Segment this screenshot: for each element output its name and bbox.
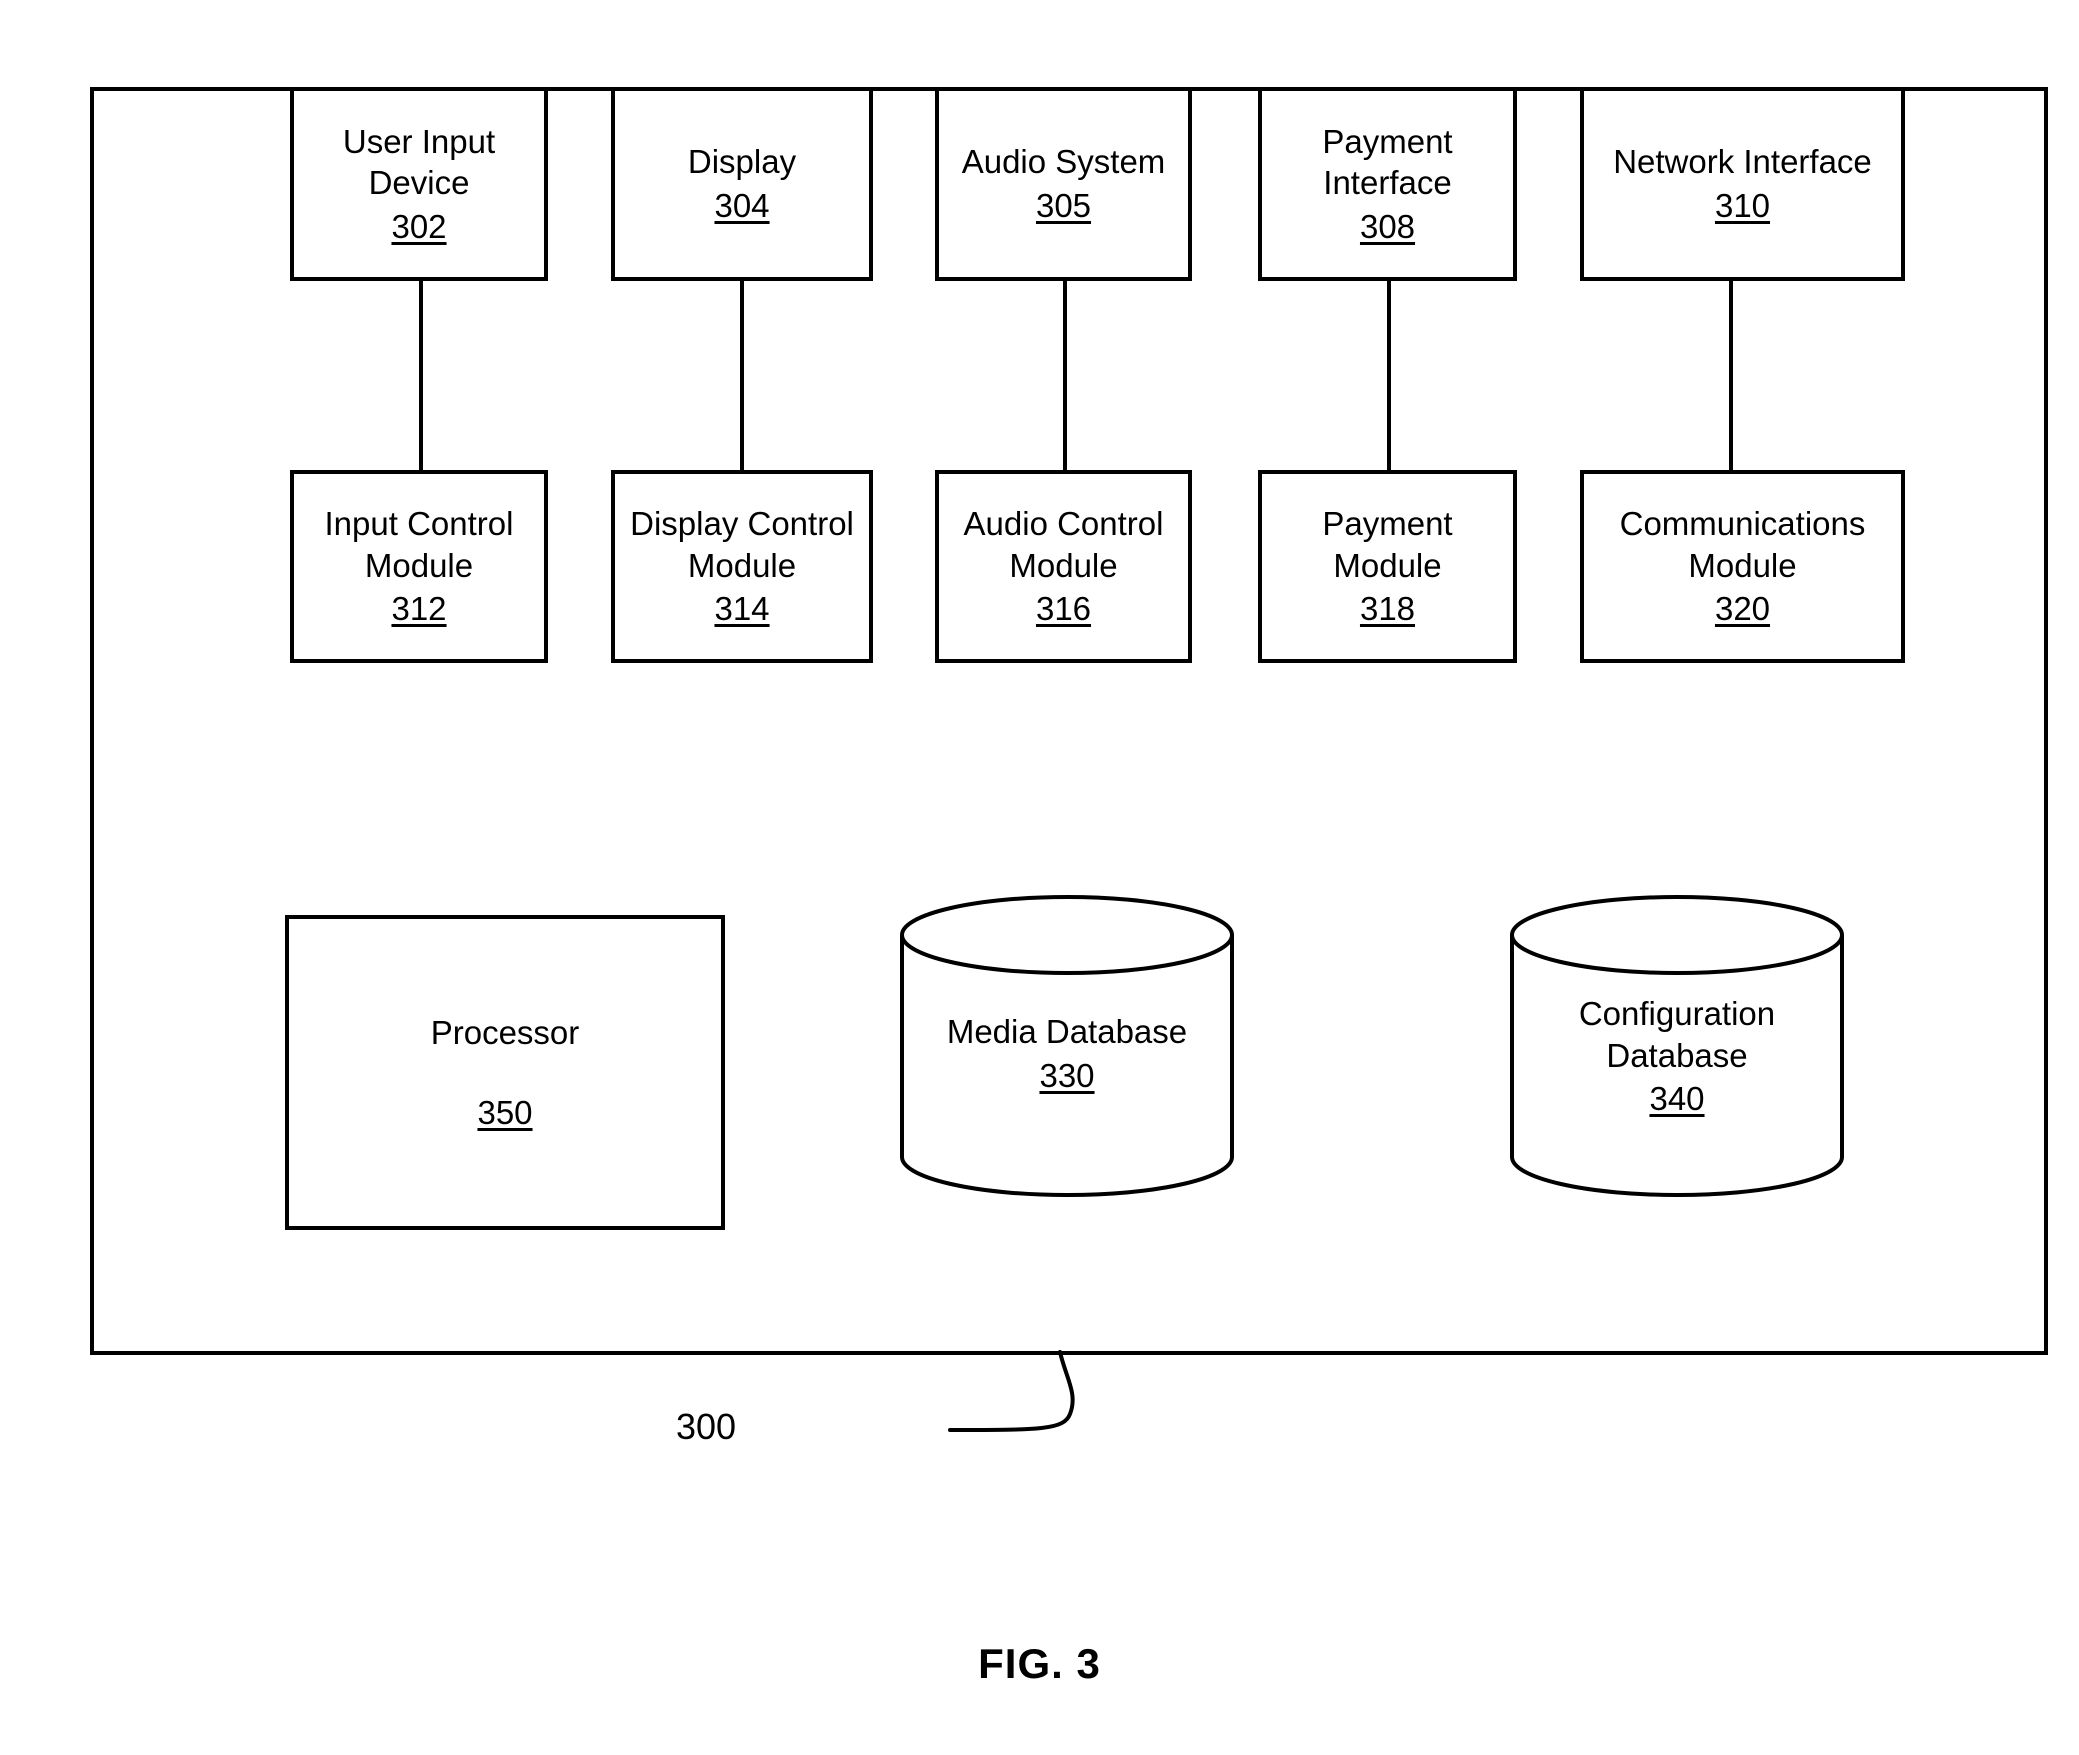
- box-network-interface[interactable]: Network Interface 310: [1580, 87, 1905, 281]
- box-payment-module-label: Payment Module: [1322, 505, 1453, 584]
- box-input-control-module[interactable]: Input Control Module 312: [290, 470, 548, 663]
- connector-user-input-device-to-input-control-module: [419, 281, 423, 470]
- box-communications-module-label: Communications Module: [1619, 505, 1866, 584]
- connector-display-to-display-control-module: [740, 281, 744, 470]
- cylinder-configuration-database-ref: 340: [1649, 1080, 1705, 1118]
- patent-figure-3: User Input Device 302 Display 304 Audio …: [0, 0, 2079, 1755]
- box-user-input-device-label: User Input Device: [342, 122, 496, 202]
- box-processor-ref: 350: [477, 1093, 533, 1131]
- box-display-control-module[interactable]: Display Control Module 314: [611, 470, 873, 663]
- box-audio-control-module-label: Audio Control Module: [963, 505, 1164, 584]
- figure-caption: FIG. 3: [978, 1640, 1101, 1687]
- cylinder-configuration-database[interactable]: Configuration Database 340: [1508, 893, 1846, 1199]
- box-display-label: Display: [687, 143, 797, 181]
- box-processor[interactable]: Processor 350: [285, 915, 725, 1230]
- cylinder-media-database-ref: 330: [1039, 1056, 1095, 1094]
- box-input-control-module-ref: 312: [391, 590, 447, 628]
- system-reference-300: 300: [676, 1406, 737, 1447]
- box-audio-control-module-ref: 316: [1035, 590, 1092, 628]
- box-audio-system[interactable]: Audio System 305: [935, 87, 1192, 281]
- cylinder-configuration-database-label: Configuration Database: [1578, 995, 1776, 1074]
- box-processor-label: Processor: [430, 1013, 580, 1051]
- box-display-control-module-ref: 314: [714, 590, 770, 628]
- callout-leader-300: [948, 1350, 1075, 1432]
- box-user-input-device[interactable]: User Input Device 302: [290, 87, 548, 281]
- box-payment-module-ref: 318: [1359, 590, 1416, 628]
- connector-network-interface-to-communications-module: [1729, 281, 1733, 470]
- cylinder-media-database-label: Media Database: [946, 1013, 1188, 1050]
- box-communications-module-ref: 320: [1714, 590, 1771, 628]
- box-payment-interface[interactable]: Payment Interface 308: [1258, 87, 1517, 281]
- box-payment-module[interactable]: Payment Module 318: [1258, 470, 1517, 663]
- box-network-interface-label: Network Interface: [1613, 143, 1872, 181]
- connector-audio-system-to-audio-control-module: [1063, 281, 1067, 470]
- box-display-ref: 304: [714, 187, 770, 224]
- box-payment-interface-label: Payment Interface: [1322, 122, 1453, 202]
- box-input-control-module-label: Input Control Module: [324, 505, 514, 584]
- box-audio-system-ref: 305: [1035, 187, 1092, 224]
- box-audio-control-module[interactable]: Audio Control Module 316: [935, 470, 1192, 663]
- cylinder-media-database[interactable]: Media Database 330: [898, 893, 1236, 1199]
- box-payment-interface-ref: 308: [1359, 207, 1416, 245]
- box-audio-system-label: Audio System: [961, 143, 1166, 181]
- connector-payment-interface-to-payment-module: [1387, 281, 1391, 470]
- box-communications-module[interactable]: Communications Module 320: [1580, 470, 1905, 663]
- box-display-control-module-label: Display Control Module: [630, 505, 854, 584]
- box-display[interactable]: Display 304: [611, 87, 873, 281]
- box-user-input-device-ref: 302: [391, 207, 447, 245]
- box-network-interface-ref: 310: [1714, 187, 1771, 224]
